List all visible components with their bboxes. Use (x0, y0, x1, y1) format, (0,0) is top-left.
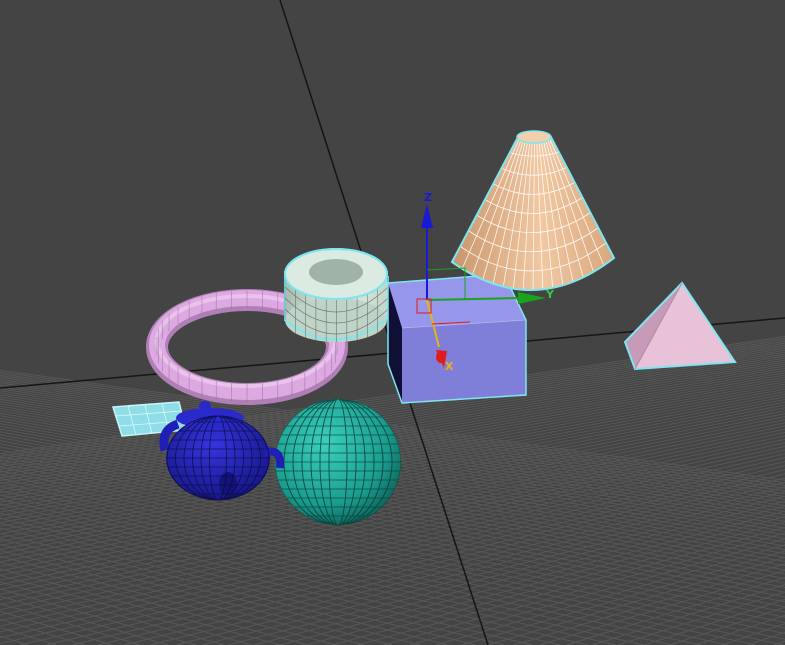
tube-object[interactable] (284, 248, 389, 342)
gizmo-z-arrow[interactable] (421, 204, 433, 228)
gizmo-y-label: Y (545, 288, 555, 301)
gizmo-z-label: Z (424, 191, 432, 204)
gizmo-x-label: X (445, 360, 454, 373)
cone-object[interactable] (450, 130, 616, 296)
sphere-object[interactable] (275, 399, 401, 525)
box-object[interactable] (387, 273, 527, 404)
perspective-viewport[interactable]: Z Y X (0, 0, 785, 645)
pyramid-object[interactable] (623, 281, 737, 371)
plane-object[interactable] (112, 401, 187, 437)
gizmo-y-arrow[interactable] (518, 292, 546, 304)
